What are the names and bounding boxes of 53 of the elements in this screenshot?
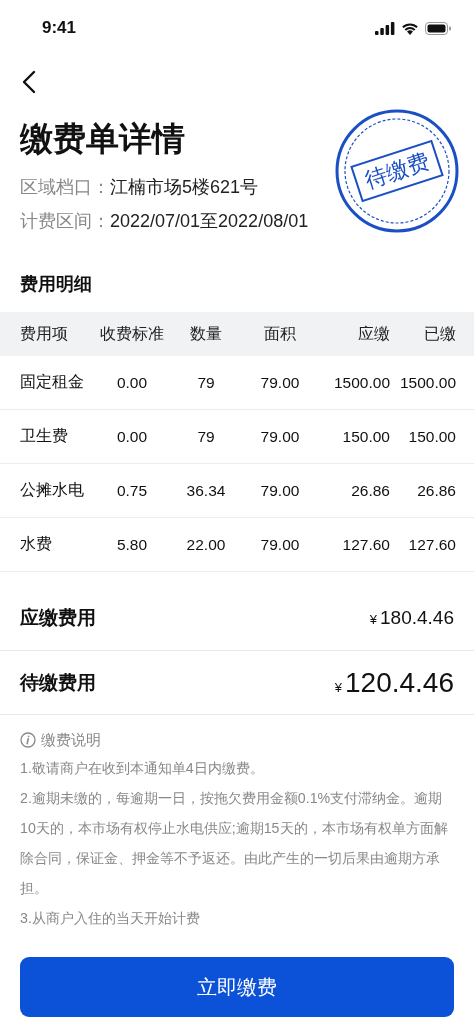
table-cell-text: 79 <box>196 427 216 446</box>
table-cell-text: 1500.00 <box>332 373 390 392</box>
column-header: 应缴 <box>357 323 390 344</box>
summary-label: 待缴费用 <box>20 670 96 695</box>
table-cell-text: 26.86 <box>416 481 456 500</box>
table-cell-text: 固定租金 <box>20 372 85 392</box>
table-cell-text: 36.34 <box>185 481 227 500</box>
table-cell-text: 卫生费 <box>20 426 69 446</box>
table-cell-text: 1500.00 <box>398 373 456 392</box>
signal-icon <box>375 21 395 35</box>
notes-text: 1.敬请商户在收到本通知单4日内缴费。 <box>20 759 265 778</box>
notes-text: 3.从商户入住的当天开始计费 <box>20 909 201 928</box>
summary-label: 应缴费用 <box>20 606 96 630</box>
section-title: 费用明细 <box>19 273 93 296</box>
wifi-icon <box>401 21 419 35</box>
table-cell-text: 150.00 <box>341 427 390 446</box>
column-header: 面积 <box>263 323 297 344</box>
summary-amount: 180.4.46 <box>380 607 454 628</box>
table-cell-text: 79 <box>196 373 216 392</box>
table-cell-text: 79.00 <box>259 427 301 446</box>
notes-title: 缴费说明 <box>41 730 101 750</box>
table-cell-text: 79.00 <box>259 535 301 554</box>
table-cell-text: 0.00 <box>115 427 149 446</box>
table-cell-text: 79.00 <box>259 481 301 500</box>
table-cell-text: 26.86 <box>350 481 390 500</box>
table-cell-text: 5.80 <box>115 535 149 554</box>
info-value: 江楠市场5楼621号 <box>110 177 259 197</box>
back-icon[interactable] <box>22 70 36 94</box>
column-header: 费用项 <box>20 323 69 344</box>
table-cell-text: 127.60 <box>341 535 390 554</box>
table-cell-text: 150.00 <box>407 427 456 446</box>
pay-button[interactable]: 立即缴费 <box>20 957 454 1017</box>
battery-icon <box>425 21 452 35</box>
column-header: 已缴 <box>423 323 456 344</box>
info-label: 区域档口： <box>20 177 110 197</box>
table-cell-text: 22.00 <box>185 535 227 554</box>
table-cell-text: 水费 <box>20 534 53 554</box>
summary-amount: 120.4.46 <box>345 666 454 698</box>
table-cell-text: 127.60 <box>407 535 456 554</box>
table-cell-text: 0.75 <box>115 481 149 500</box>
column-header: 收费标准 <box>99 323 165 344</box>
notes-text: 2.逾期未缴的，每逾期一日，按拖欠费用金额0.1%支付滞纳金。逾期10天的，本市场有权停止水电供应;逾期15天的，本市场有权单方面解除合同，保证金、押金等不予返还。由此产生的一切后果由逾期方承担。 <box>20 789 449 898</box>
table-cell-text: 0.00 <box>115 373 149 392</box>
currency-symbol: ¥ <box>334 679 342 695</box>
page-title: 缴费单详情 <box>20 119 186 159</box>
info-icon <box>20 732 36 748</box>
currency-symbol: ¥ <box>369 612 378 627</box>
table-cell-text: 公摊水电 <box>20 480 85 500</box>
info-label: 计费区间： <box>20 211 110 231</box>
table-cell-text: 79.00 <box>259 373 301 392</box>
status-time: 9:41 <box>42 18 77 38</box>
column-header: 数量 <box>189 323 223 344</box>
info-value: 2022/07/01至2022/08/01 <box>110 211 309 231</box>
